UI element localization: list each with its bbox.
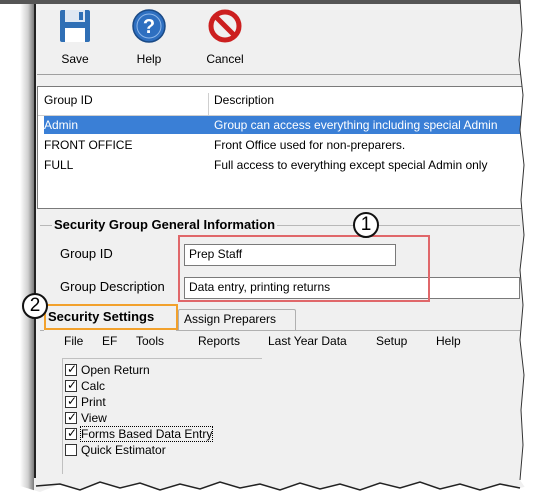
checkmark-icon: ✓: [67, 378, 78, 392]
help-label: Help: [136, 52, 162, 66]
menu-last-year-data[interactable]: Last Year Data: [268, 334, 347, 348]
row-description: Front Office used for non-preparers.: [214, 138, 406, 152]
row-group-id: FULL: [44, 158, 74, 172]
callout-2: 2: [22, 293, 48, 319]
checkbox[interactable]: ✓: [65, 362, 78, 376]
checkmark-icon: ✓: [67, 362, 78, 376]
permission-label: View: [81, 411, 107, 425]
menu-reports[interactable]: Reports: [198, 334, 240, 348]
help-button[interactable]: ? Help: [119, 8, 179, 70]
column-header-description[interactable]: Description: [214, 93, 274, 107]
save-label: Save: [61, 52, 89, 66]
checkbox[interactable]: ✓: [65, 378, 78, 392]
menu-ef[interactable]: EF: [102, 334, 117, 348]
cancel-label: Cancel: [206, 52, 244, 66]
checkmark-icon: ✓: [67, 394, 78, 408]
help-icon: ?: [132, 9, 166, 43]
cancel-button[interactable]: Cancel: [195, 8, 255, 70]
save-icon: [60, 10, 90, 42]
checkbox[interactable]: ✓: [65, 410, 78, 424]
permission-label: Calc: [81, 379, 106, 393]
group-id-label: Group ID: [60, 246, 113, 261]
cancel-icon: [208, 9, 242, 43]
menu-help[interactable]: Help: [436, 334, 461, 348]
permission-label: Quick Estimator: [81, 443, 166, 457]
group-description-label: Group Description: [60, 279, 165, 294]
table-row[interactable]: FRONT OFFICE Front Office used for non-p…: [44, 136, 524, 154]
column-header-group-id[interactable]: Group ID: [44, 93, 93, 107]
save-button[interactable]: Save: [45, 8, 105, 70]
permission-label: Forms Based Data Entry: [79, 426, 214, 442]
table-row[interactable]: FULL Full access to everything except sp…: [44, 156, 524, 174]
section-title: Security Group General Information: [52, 217, 278, 232]
torn-edge-right: [518, 0, 536, 504]
checkmark-icon: ✓: [67, 426, 78, 440]
menu-file[interactable]: File: [64, 334, 83, 348]
menu-tools[interactable]: Tools: [136, 334, 164, 348]
row-group-id: FRONT OFFICE: [44, 138, 133, 152]
tab-assign-preparers[interactable]: Assign Preparers: [178, 309, 296, 330]
table-header: Group ID Description: [38, 87, 524, 121]
checkbox[interactable]: ✓: [65, 394, 78, 408]
permissions-list: ✓ Open Return ✓ Calc ✓ Print ✓ View ✓ Fo…: [62, 358, 262, 474]
security-group-window: Save ? Help Cancel Group ID Description …: [0, 0, 536, 504]
window-left-border: [34, 4, 36, 478]
permission-label: Print: [81, 395, 106, 409]
table-row[interactable]: Admin Group can access everything includ…: [44, 116, 524, 134]
annotation-box-2: [44, 304, 178, 330]
window-shadow: [0, 0, 34, 504]
checkmark-icon: ✓: [67, 410, 78, 424]
checkbox[interactable]: ✓: [65, 426, 78, 440]
permission-label: Open Return: [81, 363, 150, 377]
row-description: Full access to everything except special…: [214, 158, 488, 172]
row-group-id: Admin: [44, 118, 79, 132]
tab-assign-preparers-label: Assign Preparers: [184, 312, 277, 326]
checkbox[interactable]: [65, 444, 77, 456]
svg-text:?: ?: [143, 16, 155, 38]
callout-1: 1: [353, 212, 379, 238]
row-description: Group can access everything including sp…: [214, 118, 498, 132]
toolbar: Save ? Help Cancel: [37, 4, 525, 75]
groups-table: Group ID Description Admin Group can acc…: [37, 86, 525, 209]
menu-setup[interactable]: Setup: [376, 334, 407, 348]
annotation-box-1: [178, 235, 430, 302]
torn-edge-bottom: [0, 481, 536, 504]
